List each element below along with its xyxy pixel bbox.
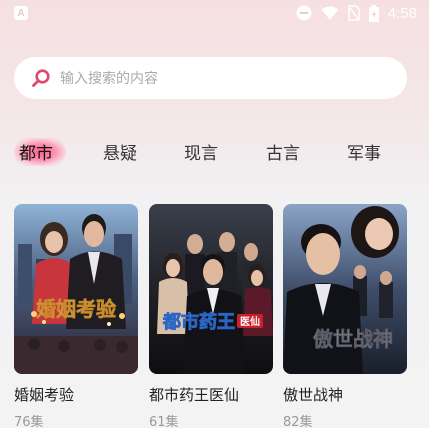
poster-title-text: 傲世战神 — [313, 327, 393, 351]
episode-count: 82集 — [283, 415, 313, 428]
search-icon — [32, 69, 50, 87]
tab-guyan[interactable]: 古言 — [266, 139, 300, 164]
poster-title-text: 都市药王 — [162, 311, 235, 333]
poster-badge-text: 医仙 — [240, 315, 260, 328]
clock: 4:58 — [387, 4, 417, 22]
drama-card[interactable]: 婚姻考验 婚姻考验 76集 — [14, 204, 138, 428]
tab-xianyan[interactable]: 现言 — [184, 139, 218, 164]
drama-card[interactable]: 傲世战神 傲世战神 82集 — [283, 204, 407, 428]
dnd-icon — [296, 5, 312, 21]
status-right: 4:58 — [296, 4, 417, 22]
search-input[interactable]: 输入搜索的内容 — [14, 57, 407, 99]
tab-xuanyi[interactable]: 悬疑 — [103, 139, 137, 164]
drama-title[interactable]: 傲世战神 — [283, 384, 407, 405]
episode-count: 76集 — [14, 415, 44, 428]
episode-count: 61集 — [149, 415, 179, 428]
app-notification-icon: A — [14, 6, 28, 20]
drama-title[interactable]: 婚姻考验 — [14, 384, 138, 405]
wifi-icon — [321, 6, 339, 20]
tab-dushi[interactable]: 都市 — [19, 139, 53, 164]
status-bar: A 4:58 — [0, 0, 429, 26]
drama-card[interactable]: 都市药王 医仙 都市药王医仙 61集 — [149, 204, 273, 428]
no-sim-icon — [348, 5, 360, 21]
drama-title[interactable]: 都市药王医仙 — [149, 384, 273, 405]
drama-poster[interactable]: 婚姻考验 — [14, 204, 138, 374]
battery-icon — [368, 4, 379, 22]
search-placeholder: 输入搜索的内容 — [60, 71, 158, 87]
drama-poster[interactable]: 都市药王 医仙 — [149, 204, 273, 374]
tab-junshi[interactable]: 军事 — [347, 139, 381, 164]
status-left: A — [14, 6, 28, 20]
category-tabs: 都市 悬疑 现言 古言 军事 — [0, 133, 429, 171]
drama-poster[interactable]: 傲世战神 — [283, 204, 407, 374]
poster-title-text: 婚姻考验 — [36, 297, 116, 321]
